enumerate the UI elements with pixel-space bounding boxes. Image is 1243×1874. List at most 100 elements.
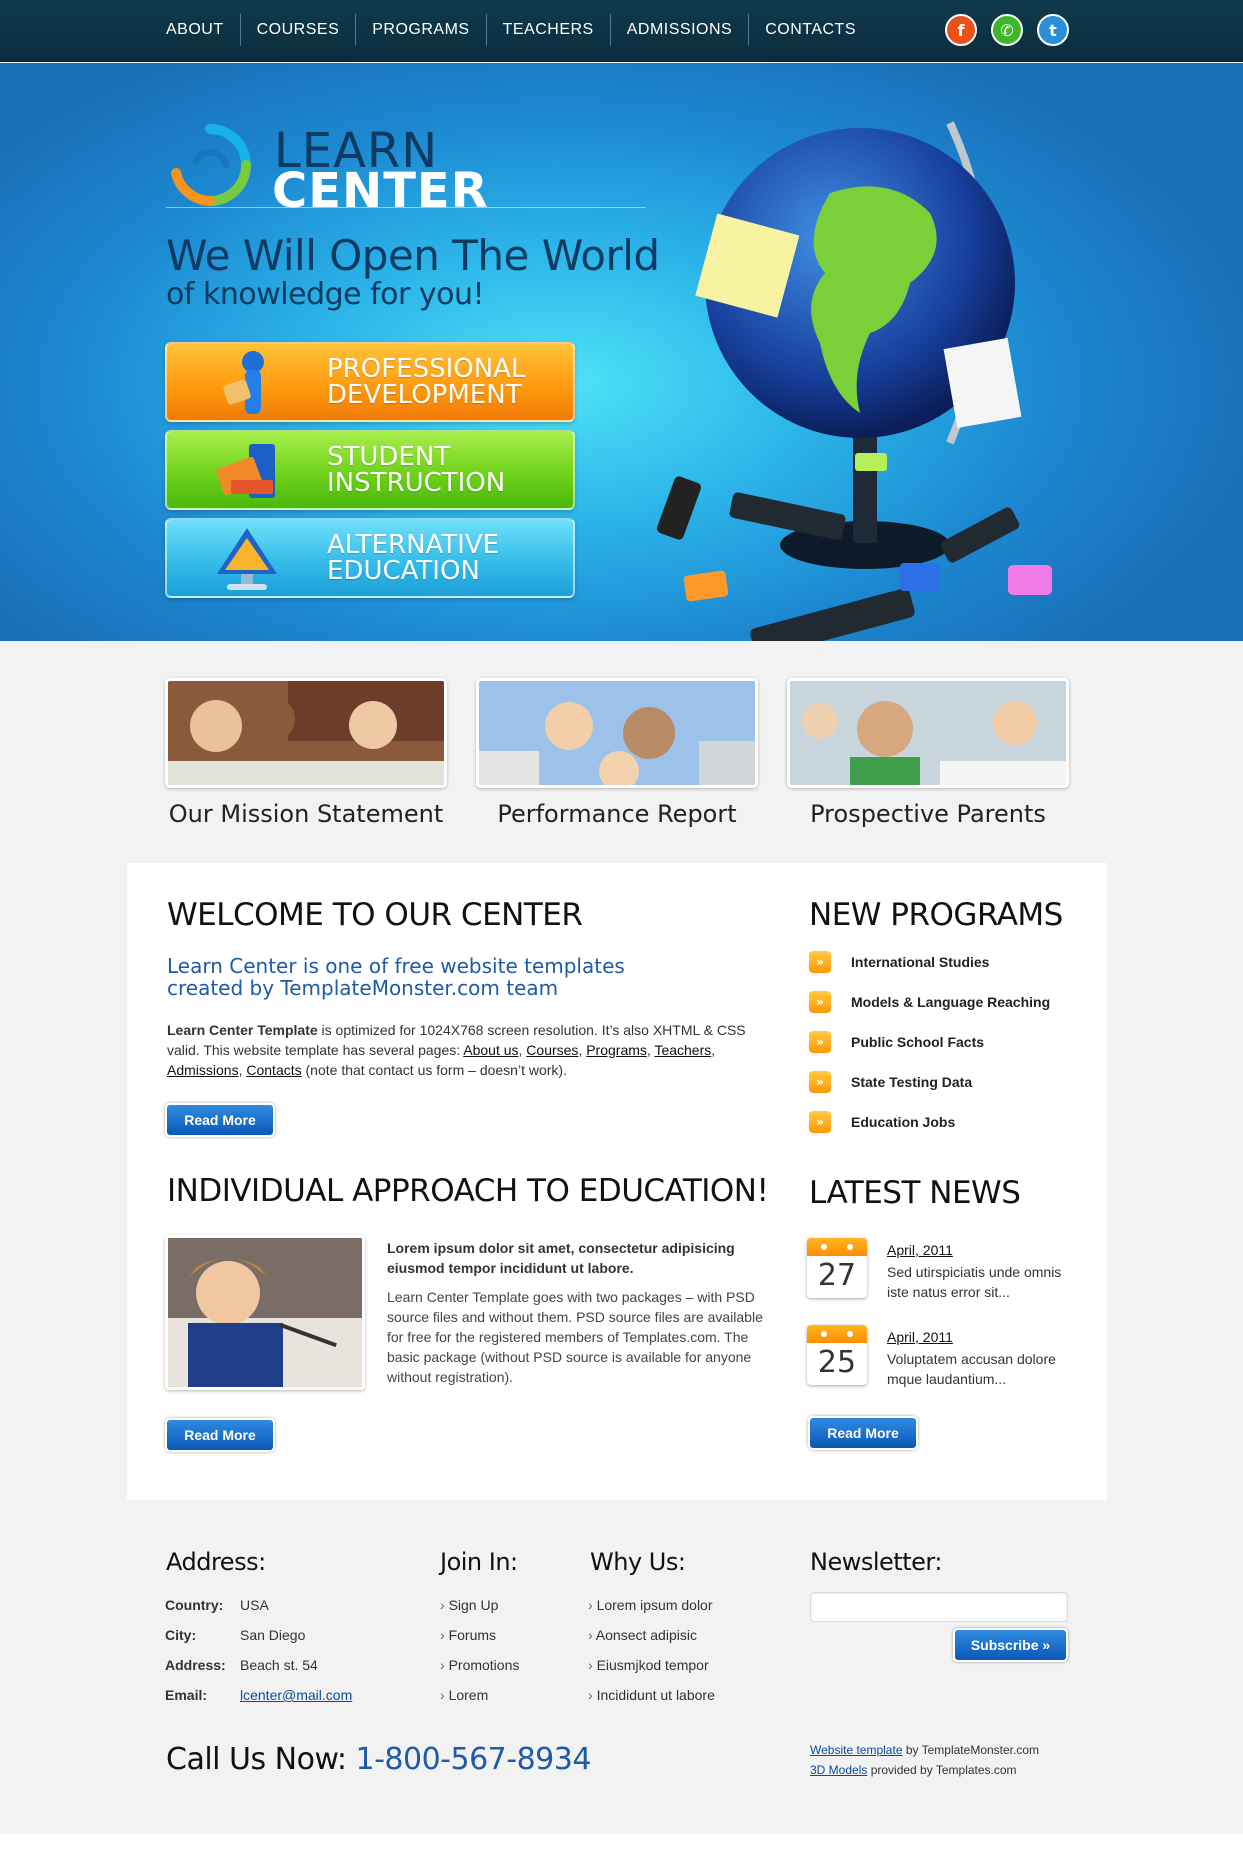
- student-instruction-label: STUDENT INSTRUCTION: [327, 442, 506, 498]
- chat-icon[interactable]: ✆: [991, 14, 1023, 46]
- 3d-models-link[interactable]: 3D Models: [810, 1763, 867, 1777]
- credit-line-1: Website template by TemplateMonster.com: [810, 1740, 1039, 1760]
- why-link[interactable]: Lorem ipsum dolor: [588, 1597, 715, 1627]
- link-courses[interactable]: Courses: [526, 1042, 578, 1058]
- arrow-right-icon: »: [809, 1071, 831, 1093]
- nav-contacts[interactable]: CONTACTS: [748, 14, 872, 46]
- main-content-panel: WELCOME TO OUR CENTER Learn Center is on…: [127, 863, 1107, 1500]
- credits: Website template by TemplateMonster.com …: [810, 1740, 1039, 1780]
- news-item: 27 April, 2011 Sed utirspiciatis unde om…: [807, 1238, 1077, 1308]
- twitter-icon[interactable]: t: [1037, 14, 1069, 46]
- hero-headline: We Will Open The World: [166, 231, 660, 280]
- news-title: LATEST NEWS: [809, 1175, 1021, 1211]
- student-instruction-button[interactable]: STUDENT INSTRUCTION: [165, 430, 575, 510]
- approach-body: Learn Center Template goes with two pack…: [387, 1289, 763, 1385]
- twitter-glyph: t: [1049, 20, 1057, 40]
- news-day: 25: [817, 1345, 857, 1380]
- nav-teachers[interactable]: TEACHERS: [485, 14, 610, 46]
- social-links: f ✆ t: [945, 14, 1069, 46]
- parents-photo: [787, 678, 1069, 788]
- link-about-us[interactable]: About us: [463, 1042, 518, 1058]
- globe-illustration: [656, 121, 1052, 641]
- welcome-body-strong: Learn Center Template: [167, 1022, 318, 1038]
- join-link-promotions[interactable]: Promotions: [440, 1657, 520, 1687]
- join-link-forums[interactable]: Forums: [440, 1627, 519, 1657]
- credit-text: provided by Templates.com: [867, 1763, 1017, 1777]
- program-label: Models & Language Reaching: [851, 994, 1051, 1010]
- nav-courses[interactable]: COURSES: [239, 14, 356, 46]
- subscribe-button[interactable]: Subscribe »: [953, 1628, 1068, 1662]
- feature-performance-report[interactable]: Performance Report: [476, 678, 758, 828]
- address-key: Email:: [165, 1687, 208, 1703]
- programs-list: » International Studies » Models & Languag…: [809, 951, 1089, 1151]
- program-item[interactable]: » Public School Facts: [809, 1031, 1089, 1071]
- program-item[interactable]: » International Studies: [809, 951, 1089, 991]
- alternative-education-button[interactable]: ALTERNATIVE EDUCATION: [165, 518, 575, 598]
- news-text: Sed utirspiciatis unde omnis iste natus …: [887, 1264, 1062, 1300]
- students-photo: [168, 681, 444, 785]
- address-key: Country:: [165, 1597, 224, 1613]
- link-programs[interactable]: Programs: [586, 1042, 647, 1058]
- program-item[interactable]: » State Testing Data: [809, 1071, 1089, 1111]
- address-value: Beach st. 54: [240, 1657, 318, 1673]
- books-icon: [216, 444, 275, 498]
- call-label: Call Us Now:: [166, 1742, 356, 1777]
- address-title: Address:: [166, 1548, 266, 1576]
- nav-programs[interactable]: PROGRAMS: [355, 14, 485, 46]
- feature-mission-statement[interactable]: Our Mission Statement: [165, 678, 447, 828]
- news-day: 27: [817, 1258, 857, 1293]
- join-link-lorem[interactable]: Lorem: [440, 1687, 519, 1717]
- program-label: Public School Facts: [851, 1034, 985, 1050]
- why-link[interactable]: Aonsect adipisic: [588, 1627, 715, 1657]
- why-link[interactable]: Eiusmjkod tempor: [588, 1657, 715, 1687]
- group-photo: [479, 681, 755, 785]
- welcome-title: WELCOME TO OUR CENTER: [167, 897, 583, 933]
- link-admissions[interactable]: Admissions: [167, 1062, 239, 1078]
- news-text: Voluptatem accusan dolore mque laudantiu…: [887, 1351, 1056, 1387]
- news-date-link[interactable]: April, 2011: [887, 1329, 953, 1345]
- arrow-right-icon: »: [809, 951, 831, 973]
- hero-subheadline: of knowledge for you!: [166, 277, 485, 312]
- welcome-lead: Learn Center is one of free website temp…: [167, 954, 625, 1000]
- professional-development-button[interactable]: PROFESSIONAL DEVELOPMENT: [165, 342, 575, 422]
- welcome-body-tail: (note that contact us form – doesn’t wor…: [301, 1062, 567, 1078]
- mission-photo: [165, 678, 447, 788]
- arrow-right-icon: »: [809, 991, 831, 1013]
- website-template-link[interactable]: Website template: [810, 1743, 903, 1757]
- logo-swirl-icon: [171, 124, 251, 206]
- why-link[interactable]: Incididunt ut labore: [588, 1687, 715, 1717]
- newsletter-email-input[interactable]: [810, 1592, 1068, 1622]
- student-writing-photo: [168, 1238, 362, 1387]
- nav-about[interactable]: ABOUT: [150, 14, 240, 46]
- link-teachers[interactable]: Teachers: [654, 1042, 711, 1058]
- feature-prospective-parents[interactable]: Prospective Parents: [787, 678, 1069, 828]
- address-value: San Diego: [240, 1627, 306, 1643]
- join-link-sign-up[interactable]: Sign Up: [440, 1597, 519, 1627]
- feature-caption: Performance Report: [497, 800, 737, 828]
- join-title: Join In:: [440, 1548, 518, 1576]
- link-contacts[interactable]: Contacts: [246, 1062, 301, 1078]
- alternative-education-label: ALTERNATIVE EDUCATION: [327, 530, 500, 586]
- address-key: City:: [165, 1627, 197, 1643]
- professional-development-label: PROFESSIONAL DEVELOPMENT: [327, 354, 526, 410]
- welcome-read-more-button[interactable]: Read More: [165, 1103, 275, 1137]
- address-key: Address:: [165, 1657, 226, 1673]
- program-item[interactable]: » Education Jobs: [809, 1111, 1089, 1151]
- phone-number: 1-800-567-8934: [355, 1742, 592, 1777]
- email-link[interactable]: lcenter@mail.com: [240, 1687, 352, 1717]
- news-read-more-button[interactable]: Read More: [808, 1416, 918, 1450]
- address-row-city: City: San Diego: [165, 1627, 395, 1657]
- news-item: 25 April, 2011 Voluptatem accusan dolore…: [807, 1325, 1077, 1395]
- approach-photo: [165, 1235, 365, 1390]
- news-date-link[interactable]: April, 2011: [887, 1242, 953, 1258]
- join-links: Sign Up Forums Promotions Lorem: [440, 1597, 520, 1717]
- address-row-street: Address: Beach st. 54: [165, 1657, 395, 1687]
- arrow-right-icon: »: [809, 1111, 831, 1133]
- approach-read-more-button[interactable]: Read More: [165, 1418, 275, 1452]
- nav-admissions[interactable]: ADMISSIONS: [609, 14, 748, 46]
- feed-icon[interactable]: f: [945, 14, 977, 46]
- main-nav: ABOUT COURSES PROGRAMS TEACHERS ADMISSIO…: [150, 14, 872, 46]
- program-label: International Studies: [851, 954, 990, 970]
- program-item[interactable]: » Models & Language Reaching: [809, 991, 1089, 1031]
- welcome-body: Learn Center Template is optimized for 1…: [167, 1022, 746, 1078]
